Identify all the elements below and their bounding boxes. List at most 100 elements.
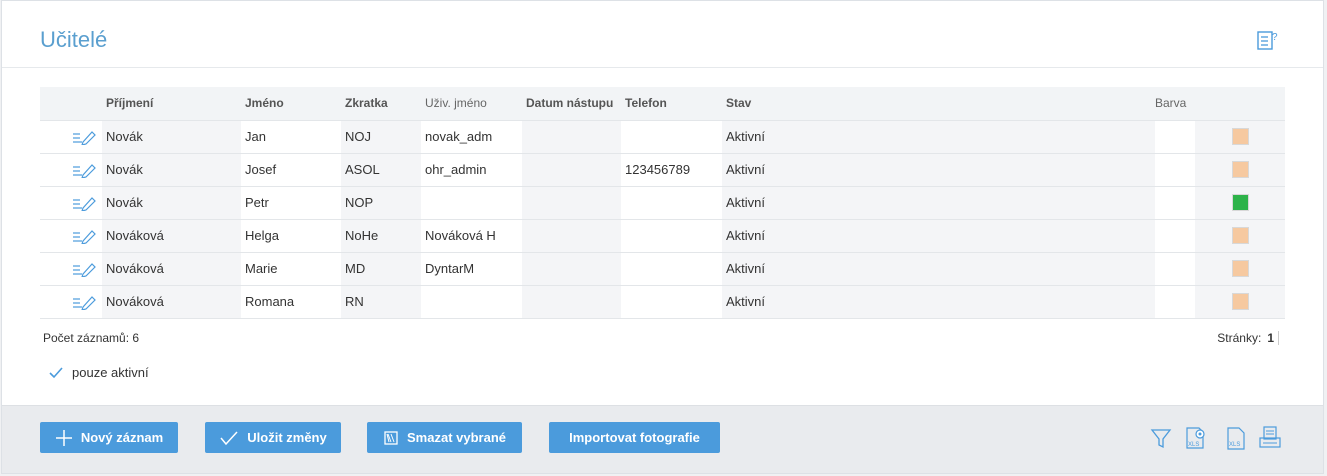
edit-cell bbox=[40, 152, 102, 186]
table-row[interactable]: NovákPetrNOPAktivníZaložit účet bbox=[40, 185, 1285, 219]
cell-phone bbox=[621, 119, 722, 153]
trash-icon bbox=[384, 430, 398, 445]
filter-icon[interactable] bbox=[1147, 424, 1175, 452]
cell-name: Jan bbox=[241, 119, 341, 153]
color-swatch[interactable] bbox=[1231, 260, 1249, 278]
import-photos-button[interactable]: Importovat fotografie bbox=[549, 422, 720, 453]
edit-icon[interactable] bbox=[72, 195, 96, 211]
cell-start bbox=[522, 218, 621, 252]
cell-abbr: RN bbox=[341, 284, 421, 319]
cell-status: Aktivní bbox=[722, 119, 1155, 153]
cell-abbr: NoHe bbox=[341, 218, 421, 252]
cell-start bbox=[522, 284, 621, 319]
cell-start bbox=[522, 152, 621, 186]
save-changes-label: Uložit změny bbox=[247, 430, 327, 445]
cell-start bbox=[522, 185, 621, 219]
new-record-label: Nový záznam bbox=[80, 430, 164, 445]
record-count: Počet záznamů: 6 bbox=[43, 331, 140, 345]
xls-icon[interactable]: XLS bbox=[1222, 424, 1250, 452]
edit-icon[interactable] bbox=[72, 228, 96, 244]
header-status[interactable]: Stav bbox=[722, 87, 1155, 120]
new-record-button[interactable]: Nový záznam bbox=[40, 422, 178, 453]
header-surname[interactable]: Příjmení bbox=[102, 87, 241, 120]
save-changes-button[interactable]: Uložit změny bbox=[205, 422, 341, 453]
color-swatch[interactable] bbox=[1231, 128, 1249, 146]
table-header: Příjmení Jméno Zkratka Uživ. jméno Datum… bbox=[40, 87, 1285, 120]
table-row[interactable]: NovákJanNOJnovak_admAktivníZměna hesla bbox=[40, 119, 1285, 153]
cell-phone: 123456789 bbox=[621, 152, 722, 186]
header-name[interactable]: Jméno bbox=[241, 87, 341, 120]
cell-name: Marie bbox=[241, 251, 341, 285]
svg-text:?: ? bbox=[1272, 32, 1278, 43]
color-swatch[interactable] bbox=[1231, 161, 1249, 179]
cell-abbr: ASOL bbox=[341, 152, 421, 186]
color-swatch[interactable] bbox=[1231, 227, 1249, 245]
cell-username: ohr_admin bbox=[421, 152, 522, 186]
edit-icon[interactable] bbox=[72, 261, 96, 277]
header-phone[interactable]: Telefon bbox=[621, 87, 722, 120]
current-page[interactable]: 1 bbox=[1267, 331, 1274, 345]
color-swatch[interactable] bbox=[1231, 194, 1249, 212]
table-row[interactable]: NovákováRomanaRNAktivníZaložit účet bbox=[40, 284, 1285, 319]
cell-abbr: NOP bbox=[341, 185, 421, 219]
table-row[interactable]: NovákováMarieMDDyntarMAktivníZměna hesla bbox=[40, 251, 1285, 285]
edit-cell bbox=[40, 185, 102, 219]
color-swatch[interactable] bbox=[1231, 293, 1249, 311]
active-only-toggle[interactable]: pouze aktivní bbox=[48, 365, 149, 380]
cell-name: Petr bbox=[241, 185, 341, 219]
edit-icon[interactable] bbox=[72, 162, 96, 178]
cell-username bbox=[421, 284, 522, 319]
cell-spacer bbox=[1155, 218, 1195, 252]
cell-surname: Novák bbox=[102, 119, 241, 153]
edit-cell bbox=[40, 284, 102, 319]
cell-username bbox=[421, 185, 522, 219]
header-action bbox=[1195, 87, 1285, 120]
cell-spacer bbox=[1155, 185, 1195, 219]
cell-name: Romana bbox=[241, 284, 341, 319]
teachers-panel: Učitelé ? Příjmení Jméno Zkratka Uživ. j… bbox=[1, 0, 1324, 474]
edit-icon[interactable] bbox=[72, 129, 96, 145]
cell-spacer bbox=[1155, 284, 1195, 319]
active-only-label: pouze aktivní bbox=[72, 365, 149, 380]
cell-status: Aktivní bbox=[722, 251, 1155, 285]
cell-phone bbox=[621, 185, 722, 219]
cell-username: novak_adm bbox=[421, 119, 522, 153]
header-start-date[interactable]: Datum nástupu bbox=[522, 87, 621, 120]
cell-color bbox=[1195, 251, 1285, 285]
table-row[interactable]: NovákováHelgaNoHeNováková HAktivníZměna … bbox=[40, 218, 1285, 252]
xls-settings-icon[interactable]: XLS bbox=[1182, 424, 1210, 452]
cell-color bbox=[1195, 119, 1285, 153]
cell-status: Aktivní bbox=[722, 185, 1155, 219]
cell-username: DyntarM bbox=[421, 251, 522, 285]
print-icon[interactable] bbox=[1256, 424, 1284, 452]
delete-selected-button[interactable]: Smazat vybrané bbox=[367, 422, 522, 453]
cell-status: Aktivní bbox=[722, 152, 1155, 186]
panel-header: Učitelé ? bbox=[2, 1, 1323, 68]
header-username[interactable]: Uživ. jméno bbox=[421, 87, 522, 120]
pagination: Stránky: 1 bbox=[1217, 331, 1279, 345]
bottom-toolbar: Nový záznam Uložit změny Smazat vybrané … bbox=[2, 405, 1323, 473]
teachers-table: Příjmení Jméno Zkratka Uživ. jméno Datum… bbox=[40, 87, 1285, 319]
cell-name: Josef bbox=[241, 152, 341, 186]
cell-phone bbox=[621, 284, 722, 319]
cell-color bbox=[1195, 218, 1285, 252]
edit-cell bbox=[40, 119, 102, 153]
cell-surname: Nováková bbox=[102, 284, 241, 319]
cell-status: Aktivní bbox=[722, 284, 1155, 319]
header-color[interactable]: Barva bbox=[1155, 87, 1195, 120]
edit-icon[interactable] bbox=[72, 294, 96, 310]
page-title: Učitelé bbox=[40, 27, 108, 52]
cell-color bbox=[1195, 284, 1285, 319]
cell-surname: Novák bbox=[102, 185, 241, 219]
header-abbr[interactable]: Zkratka bbox=[341, 87, 421, 120]
cell-spacer bbox=[1155, 152, 1195, 186]
help-icon[interactable]: ? bbox=[1257, 29, 1279, 51]
cell-status: Aktivní bbox=[722, 218, 1155, 252]
delete-selected-label: Smazat vybrané bbox=[407, 430, 506, 445]
cell-start bbox=[522, 251, 621, 285]
table-row[interactable]: NovákJosefASOLohr_admin123456789AktivníZ… bbox=[40, 152, 1285, 186]
cell-username: Nováková H bbox=[421, 218, 522, 252]
svg-text:XLS: XLS bbox=[1188, 442, 1199, 448]
check-icon bbox=[49, 366, 63, 378]
cell-phone bbox=[621, 218, 722, 252]
